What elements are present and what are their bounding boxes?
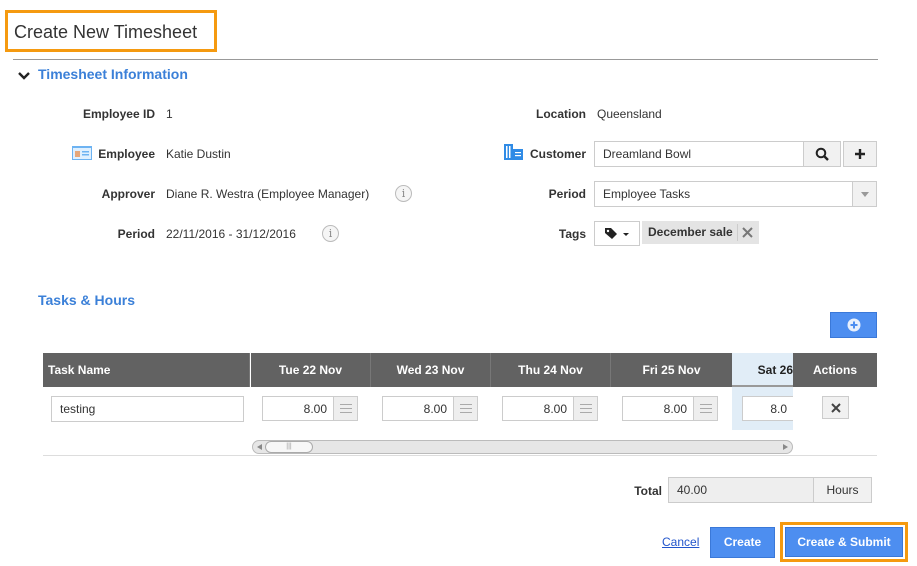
tag-chip-label: December sale bbox=[648, 225, 733, 239]
approver-value: Diane R. Westra (Employee Manager) bbox=[166, 187, 370, 201]
scrollbar-thumb[interactable]: ||| bbox=[265, 441, 313, 453]
tag-icon bbox=[605, 228, 629, 239]
plus-icon bbox=[855, 149, 865, 159]
col-header-day: Wed 23 Nov bbox=[371, 353, 491, 387]
customer-label: Customer bbox=[529, 147, 586, 161]
customer-search-button[interactable] bbox=[803, 141, 841, 167]
hours-input[interactable]: 8.00 bbox=[502, 396, 574, 421]
scroll-left-icon[interactable] bbox=[257, 444, 262, 450]
page-title-text: Create New Timesheet bbox=[14, 22, 198, 42]
tags-label: Tags bbox=[558, 227, 586, 241]
customer-add-button[interactable] bbox=[843, 141, 877, 167]
search-icon bbox=[815, 147, 829, 161]
remove-tag-icon[interactable] bbox=[742, 227, 753, 238]
hours-menu-button[interactable] bbox=[334, 396, 358, 421]
col-header-day: Tue 22 Nov bbox=[251, 353, 371, 387]
hours-input[interactable]: 8.00 bbox=[382, 396, 454, 421]
total-unit: Hours bbox=[813, 477, 872, 503]
col-header-actions: Actions bbox=[793, 353, 877, 387]
location-label: Location bbox=[536, 107, 586, 121]
create-button[interactable]: Create bbox=[710, 527, 775, 558]
total-value: 40.00 bbox=[668, 477, 814, 503]
col-header-day: Fri 25 Nov bbox=[611, 353, 732, 387]
chevron-down-icon bbox=[18, 72, 30, 80]
period-value: 22/11/2016 - 31/12/2016 bbox=[166, 227, 296, 241]
col-header-day: Thu 24 Nov bbox=[491, 353, 611, 387]
tag-dropdown-button[interactable] bbox=[594, 221, 640, 246]
cancel-link[interactable]: Cancel bbox=[662, 535, 699, 549]
period-info-icon[interactable]: i bbox=[322, 225, 339, 242]
employee-value: Katie Dustin bbox=[166, 147, 231, 161]
customer-input[interactable]: Dreamland Bowl bbox=[594, 141, 804, 167]
period-select-value: Employee Tasks bbox=[603, 187, 691, 201]
col-header-task-name: Task Name bbox=[43, 353, 250, 387]
location-value: Queensland bbox=[597, 107, 662, 121]
approver-info-icon[interactable]: i bbox=[395, 185, 412, 202]
delete-row-button[interactable] bbox=[822, 396, 849, 419]
hours-input[interactable]: 8.0 bbox=[742, 396, 793, 421]
period-label: Period bbox=[117, 227, 155, 241]
table-bottom-rule bbox=[43, 455, 877, 456]
close-icon bbox=[830, 403, 841, 413]
total-label: Total bbox=[634, 484, 662, 498]
section-title: Timesheet Information bbox=[38, 66, 188, 82]
hours-input[interactable]: 8.00 bbox=[622, 396, 694, 421]
col-header-day-today: Sat 26 bbox=[732, 353, 793, 387]
hours-input[interactable]: 8.00 bbox=[262, 396, 334, 421]
plus-circle-icon bbox=[847, 318, 860, 332]
caret-down-icon bbox=[861, 192, 869, 197]
period-select-label: Period bbox=[548, 187, 586, 201]
employee-id-value: 1 bbox=[166, 107, 173, 121]
page-title: Create New Timesheet bbox=[5, 10, 217, 52]
period-select-arrow[interactable] bbox=[852, 182, 876, 206]
approver-label: Approver bbox=[101, 187, 155, 201]
task-name-input[interactable]: testing bbox=[51, 396, 244, 422]
employee-id-label: Employee ID bbox=[82, 107, 155, 121]
horizontal-scrollbar[interactable]: ||| bbox=[252, 440, 793, 454]
hours-menu-button[interactable] bbox=[454, 396, 478, 421]
hours-menu-button[interactable] bbox=[574, 396, 598, 421]
period-select[interactable]: Employee Tasks bbox=[594, 181, 877, 207]
scroll-right-icon[interactable] bbox=[783, 444, 788, 450]
hours-menu-button[interactable] bbox=[694, 396, 718, 421]
tasks-section-title: Tasks & Hours bbox=[38, 292, 135, 308]
tag-chip: December sale bbox=[642, 221, 759, 244]
employee-label: Employee bbox=[98, 147, 155, 161]
create-submit-button[interactable]: Create & Submit bbox=[785, 527, 903, 557]
add-task-button[interactable] bbox=[830, 312, 877, 338]
divider bbox=[13, 59, 878, 60]
